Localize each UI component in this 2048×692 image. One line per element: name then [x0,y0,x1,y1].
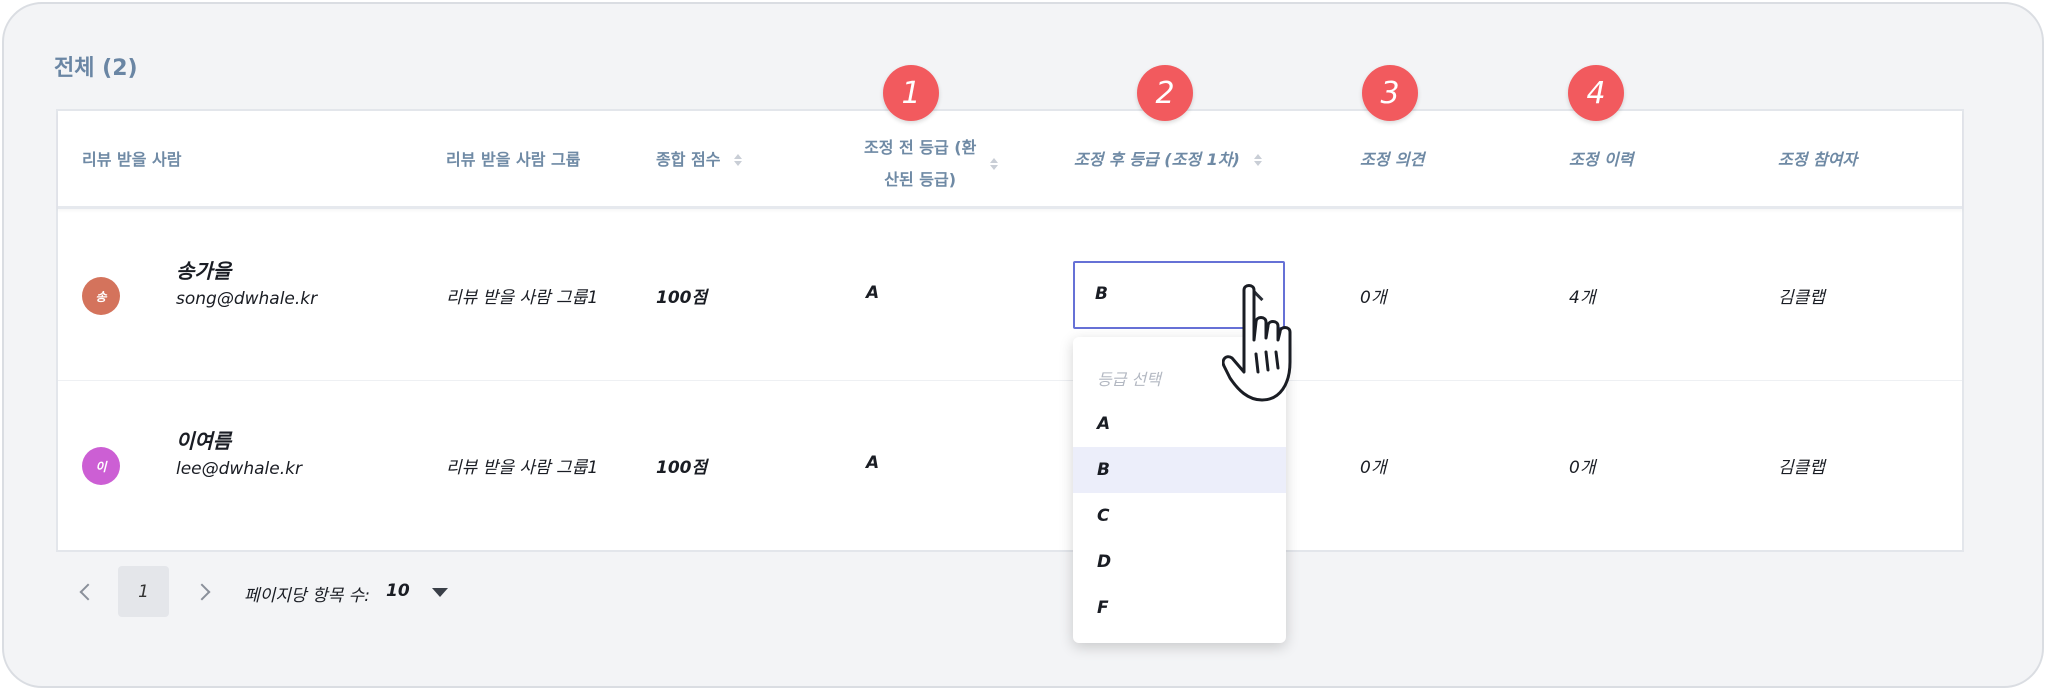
col-header-group: 리뷰 받을 사람 그룹 [446,146,580,174]
grade-before: A [866,283,880,303]
section-title: 전체 (2) [54,56,138,81]
col-header-participants-label: 조정 참여자 [1778,150,1858,169]
page-number-button[interactable]: 1 [118,566,169,617]
grade-option-b[interactable]: B [1073,447,1286,493]
participant-name: 김클랩 [1778,288,1825,308]
table-row: 이 이여름 lee@dwhale.kr 리뷰 받을 사람 그룹1 100점 A … [58,381,1962,551]
grade-option-d[interactable]: D [1073,539,1286,585]
opinion-count[interactable]: 0개 [1360,453,1386,478]
reviewee-email: song@dwhale.kr [176,289,318,309]
history-count[interactable]: 4개 [1569,283,1595,308]
sort-icon[interactable] [1253,154,1262,166]
grade-option-f[interactable]: F [1073,585,1286,631]
col-header-score[interactable]: 종합 점수 [656,146,743,174]
total-score: 100점 [656,288,708,308]
col-header-opinions-label: 조정 의견 [1360,150,1425,169]
reviewee-group: 리뷰 받을 사람 그룹1 [446,288,599,308]
total-score: 100점 [656,458,708,478]
grade-before: A [866,453,880,473]
reviewee-name: 송가을 [176,259,232,283]
reviewee-group: 리뷰 받을 사람 그룹1 [446,458,599,478]
participant-name: 김클랩 [1778,458,1825,478]
table-header: 리뷰 받을 사람 리뷰 받을 사람 그룹 종합 점수 조정 전 등급 (환 산된… [58,111,1962,209]
col-header-grade-before[interactable]: 조정 전 등급 (환 산된 등급) [864,132,999,196]
review-table: 리뷰 받을 사람 리뷰 받을 사람 그룹 종합 점수 조정 전 등급 (환 산된… [56,109,1964,552]
col-header-grade-after[interactable]: 조정 후 등급 (조정 1차) [1074,146,1262,174]
reviewee-name: 이여름 [176,429,232,453]
table-row: 송 송가을 song@dwhale.kr 리뷰 받을 사람 그룹1 100점 A… [58,211,1962,381]
per-page-select[interactable]: 10 [386,581,410,601]
col-header-group-label: 리뷰 받을 사람 그룹 [446,150,581,169]
col-header-participants: 조정 참여자 [1778,146,1857,174]
step-badge-1: 1 [883,65,939,121]
caret-down-icon[interactable] [432,588,448,597]
sort-icon[interactable] [990,158,999,170]
step-badge-4: 4 [1568,65,1624,121]
hand-pointer-icon [1222,284,1292,402]
col-header-history-label: 조정 이력 [1569,150,1634,169]
avatar: 이 [82,447,120,485]
opinion-count[interactable]: 0개 [1360,283,1386,308]
step-badge-2: 2 [1137,65,1193,121]
grade-option-c[interactable]: C [1073,493,1286,539]
col-header-opinions: 조정 의견 [1360,146,1424,174]
avatar: 송 [82,277,120,315]
history-count[interactable]: 0개 [1569,453,1595,478]
step-badge-3: 3 [1362,65,1418,121]
col-header-grade-after-label: 조정 후 등급 (조정 1차) [1074,150,1240,169]
col-header-grade-before-label-line2: 산된 등급) [884,170,957,189]
sort-icon[interactable] [734,154,743,166]
per-page-label: 페이지당 항목 수: [244,586,371,606]
grade-after-selected-value: B [1095,284,1108,304]
reviewee-email: lee@dwhale.kr [176,459,302,479]
col-header-reviewee-label: 리뷰 받을 사람 [82,150,182,169]
col-header-grade-before-label-line1: 조정 전 등급 (환 [864,138,977,157]
col-header-score-label: 종합 점수 [656,150,721,169]
col-header-history: 조정 이력 [1569,146,1633,174]
col-header-reviewee: 리뷰 받을 사람 [82,146,181,174]
